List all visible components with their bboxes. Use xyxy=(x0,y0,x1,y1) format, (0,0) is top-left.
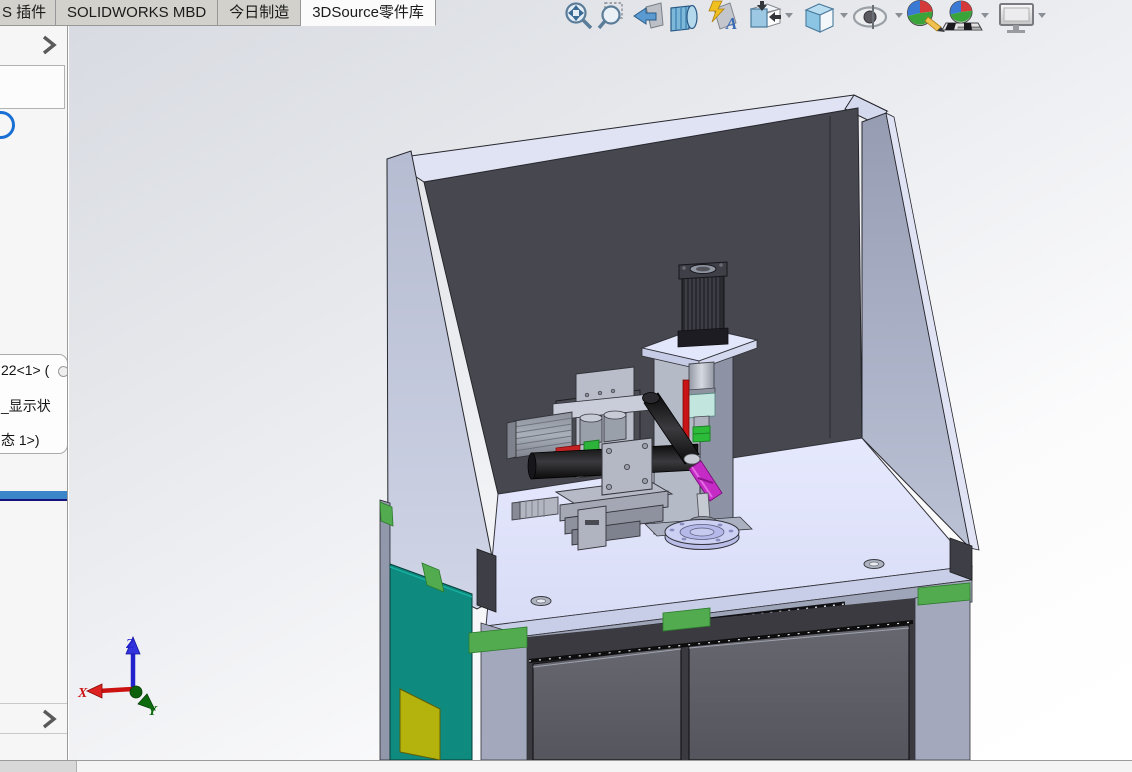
panel-expand-arrow-bottom[interactable] xyxy=(38,708,60,730)
tree-item-label-line3[interactable]: 态 1>) xyxy=(1,430,40,450)
hide-show-items-dropdown[interactable] xyxy=(895,13,903,18)
view-orientation-icon[interactable] xyxy=(749,1,782,28)
finned-extrusion-cylinder[interactable] xyxy=(677,261,729,348)
panel-divider xyxy=(0,733,67,734)
tree-filter-box[interactable] xyxy=(0,65,65,109)
lifting-eyebolt[interactable] xyxy=(863,559,885,569)
tab-jinri-zhizao[interactable]: 今日制造 xyxy=(218,0,302,26)
section-view-icon[interactable] xyxy=(670,4,698,32)
tab-3dsource-parts-library[interactable]: 3DSource零件库 xyxy=(301,0,436,26)
display-style-dropdown[interactable] xyxy=(840,13,848,18)
zoom-to-area-icon[interactable] xyxy=(597,2,623,30)
apply-scene-dropdown[interactable] xyxy=(981,13,989,18)
svg-text:A: A xyxy=(725,14,737,33)
tree-item-label-line2[interactable]: _显示状 xyxy=(1,396,51,416)
tree-item-label-line1[interactable]: 22<1> ( xyxy=(1,362,49,378)
view-settings-icon[interactable] xyxy=(999,3,1034,33)
dynamic-annotation-views-icon[interactable]: A xyxy=(708,0,737,33)
status-bar-left-cell xyxy=(0,761,77,772)
view-settings-dropdown[interactable] xyxy=(1038,13,1046,18)
rotary-base-disc[interactable] xyxy=(664,519,740,550)
status-bar xyxy=(0,760,1132,772)
feature-manager-panel: 22<1> ( _显示状 态 1>) xyxy=(0,26,68,760)
selected-tree-item-bar[interactable] xyxy=(0,491,67,499)
display-style-icon[interactable] xyxy=(804,3,835,33)
axis-z-label: Z xyxy=(125,637,135,652)
previous-view-icon[interactable] xyxy=(633,2,664,29)
tab-plugins-partial[interactable]: S 插件 xyxy=(0,0,56,26)
cabinet-door-left[interactable] xyxy=(532,645,682,760)
lifting-eyebolt[interactable] xyxy=(530,596,552,606)
hide-show-items-icon[interactable] xyxy=(852,5,888,29)
zoom-to-fit-icon[interactable] xyxy=(565,2,593,30)
axis-y-label: Y xyxy=(148,704,158,719)
view-orientation-dropdown[interactable] xyxy=(785,13,793,18)
panel-divider xyxy=(0,703,67,704)
tooltip-bullet-icon xyxy=(58,366,67,377)
graphics-viewport[interactable]: Z X Y A xyxy=(69,0,1132,760)
axis-triad: Z X Y xyxy=(77,635,158,719)
selected-tree-item-underline xyxy=(0,499,67,501)
apply-scene-icon[interactable] xyxy=(941,0,983,31)
heads-up-toolbar: A xyxy=(565,0,1046,33)
solidworks-window: Z X Y A S 插件 SOLIDWORKS MBD 今日制造 3DSourc… xyxy=(0,0,1132,772)
ribbon-tab-bar: S 插件 SOLIDWORKS MBD 今日制造 3DSource零件库 xyxy=(0,0,436,26)
edit-appearance-icon[interactable] xyxy=(907,0,946,33)
panel-expand-arrow-top[interactable] xyxy=(38,34,60,56)
axis-x-label: X xyxy=(77,686,88,701)
tab-solidworks-mbd[interactable]: SOLIDWORKS MBD xyxy=(56,0,219,26)
assembly-icon-fragment xyxy=(0,111,15,139)
